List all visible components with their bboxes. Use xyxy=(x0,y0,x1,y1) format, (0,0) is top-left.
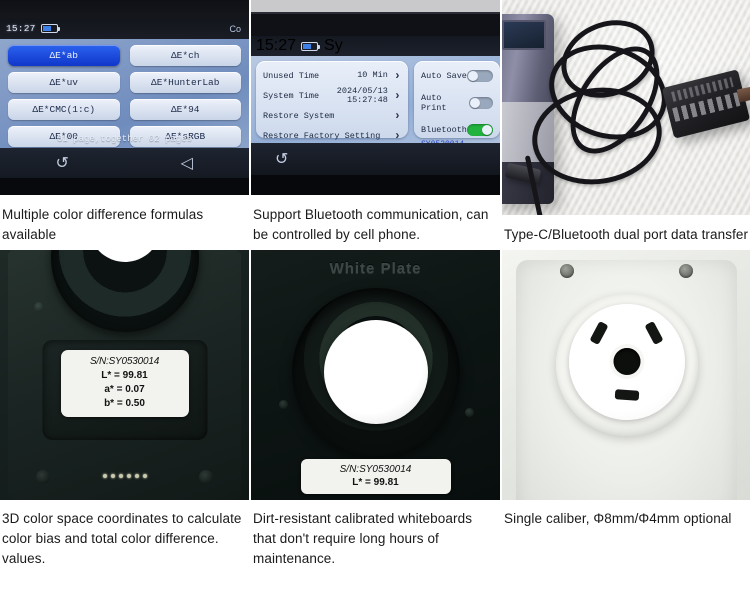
device-bezel-top xyxy=(0,0,249,18)
page-indicator: 01 page,together 02 pages xyxy=(0,134,249,144)
settings-panes: Unused Time 10 Min › System Time 2024/05… xyxy=(251,56,500,143)
setting-label: System Time xyxy=(263,91,319,101)
toggle-label: Auto Print xyxy=(421,93,469,113)
chevron-right-icon: › xyxy=(394,129,401,143)
feature-tile-sn-label: S/N:SY0530014 L* = 99.81 a* = 0.07 b* = … xyxy=(0,245,249,612)
screw-icon xyxy=(34,302,44,312)
screw-icon xyxy=(279,400,288,409)
navigation-bar: ↺ xyxy=(251,143,500,175)
measurement-aperture xyxy=(613,348,640,375)
screenshot-color-difference-formulas: 15:27 ᚝ Co ΔE*ab ΔE*ch ΔE*uv ΔE*HunterLa… xyxy=(0,0,249,195)
rubber-foot xyxy=(36,470,50,484)
photo-background xyxy=(502,250,750,500)
serial-number-label: S/N:SY0530014 L* = 99.81 xyxy=(301,459,451,494)
caliber-slot xyxy=(614,389,639,401)
rubber-foot xyxy=(199,470,213,484)
white-plate-engraving: White Plate xyxy=(330,260,422,277)
toggle-label: Auto Save xyxy=(421,71,467,81)
battery-icon xyxy=(41,24,58,33)
status-bar: 15:27 ᚝ Sy xyxy=(251,36,500,56)
formula-button-de-cmc[interactable]: ΔE*CMC(1:c) xyxy=(8,99,120,120)
setting-label: Restore System xyxy=(263,111,334,121)
toggle-row-auto-print[interactable]: Auto Print xyxy=(421,93,493,113)
tile-caption: 3D color space coordinates to calculate … xyxy=(0,500,249,569)
formula-button-de-hunterlab[interactable]: ΔE*HunterLab xyxy=(130,72,242,93)
photo-typec-cable xyxy=(502,0,750,215)
battery-icon xyxy=(301,42,318,51)
status-bar: 15:27 ᚝ Co xyxy=(0,18,249,39)
a-value-text: a* = 0.07 xyxy=(65,384,185,395)
feature-tile-white-plate: White Plate S/N:SY0530014 L* = 99.81 Dir… xyxy=(251,245,500,612)
usb-connector xyxy=(737,85,750,102)
tile-caption: Type-C/Bluetooth dual port data transfer xyxy=(502,215,750,245)
back-icon[interactable]: ↺ xyxy=(251,149,288,169)
l-value-text: L* = 99.81 xyxy=(65,370,185,381)
serial-number-label: S/N:SY0530014 L* = 99.81 a* = 0.07 b* = … xyxy=(61,350,189,417)
serial-number-text: S/N:SY0530014 xyxy=(65,356,185,367)
device-screen-settings: 15:27 ᚝ Sy Unused Time 10 Min › xyxy=(251,0,500,195)
toggle-row-auto-save[interactable]: Auto Save xyxy=(421,70,493,82)
photo-white-plate: White Plate S/N:SY0530014 L* = 99.81 xyxy=(251,250,500,500)
setting-row-restore-system[interactable]: Restore System › xyxy=(263,106,401,126)
setting-label: Unused Time xyxy=(263,71,319,81)
auto-save-toggle[interactable] xyxy=(467,70,493,82)
toggle-settings-list: Auto Save Auto Print Bluetooth xyxy=(414,61,500,138)
screw-icon xyxy=(465,408,474,417)
screen-body: ΔE*ab ΔE*ch ΔE*uv ΔE*HunterLab ΔE*CMC(1:… xyxy=(0,39,249,148)
screen-body: Unused Time 10 Min › System Time 2024/05… xyxy=(251,56,500,143)
photo-background: S/N:SY0530014 L* = 99.81 a* = 0.07 b* = … xyxy=(0,250,249,500)
chevron-right-icon: › xyxy=(394,89,401,103)
tile-caption: Multiple color difference formulas avail… xyxy=(0,195,249,245)
toggle-row-bluetooth[interactable]: Bluetooth xyxy=(421,124,493,136)
screw-icon xyxy=(679,264,693,278)
formula-button-grid: ΔE*ab ΔE*ch ΔE*uv ΔE*HunterLab ΔE*CMC(1:… xyxy=(0,39,249,148)
formula-button-de-uv[interactable]: ΔE*uv xyxy=(8,72,120,93)
home-triangle-icon[interactable]: ◁ xyxy=(125,153,250,173)
formula-button-de-94[interactable]: ΔE*94 xyxy=(130,99,242,120)
toggle-label: Bluetooth xyxy=(421,125,467,135)
chevron-right-icon: › xyxy=(394,69,401,83)
formula-button-de-ch[interactable]: ΔE*ch xyxy=(130,45,242,66)
photo-background: White Plate S/N:SY0530014 L* = 99.81 xyxy=(251,250,500,500)
setting-value: 2024/05/13 15:27:48 xyxy=(337,87,392,106)
l-value-text: L* = 99.81 xyxy=(305,477,447,488)
device-display xyxy=(502,20,546,50)
chevron-right-icon: › xyxy=(394,109,401,123)
status-clock: 15:27 xyxy=(6,23,36,34)
tile-caption: Dirt-resistant calibrated whiteboards th… xyxy=(251,500,500,569)
status-clock: 15:27 xyxy=(256,37,296,55)
device-bezel-bottom xyxy=(251,175,500,195)
back-icon[interactable]: ↺ xyxy=(0,153,125,173)
screen-title: Sy xyxy=(324,37,343,55)
photo-background xyxy=(502,0,750,215)
photo-device-serial-label: S/N:SY0530014 L* = 99.81 a* = 0.07 b* = … xyxy=(0,250,249,500)
feature-tile-caliber: Single caliber, Φ8mm/Φ4mm optional xyxy=(502,245,750,612)
photo-single-caliber xyxy=(502,250,750,500)
setting-label: Restore Factory Setting xyxy=(263,131,380,141)
screw-icon xyxy=(560,264,574,278)
device-bezel-bottom xyxy=(0,178,249,195)
bluetooth-toggle[interactable] xyxy=(467,124,493,136)
feature-tile-cable: Type-C/Bluetooth dual port data transfer xyxy=(502,0,750,245)
background-surface xyxy=(251,0,500,12)
tile-caption: Support Bluetooth communication, can be … xyxy=(251,195,500,245)
setting-row-system-time[interactable]: System Time 2024/05/13 15:27:48 › xyxy=(263,86,401,106)
setting-value: 10 Min xyxy=(357,71,392,81)
serial-number-text: S/N:SY0530014 xyxy=(305,464,447,475)
feature-tile-formulas: 15:27 ᚝ Co ΔE*ab ΔE*ch ΔE*uv ΔE*HunterLa… xyxy=(0,0,249,245)
feature-image-grid: 15:27 ᚝ Co ΔE*ab ΔE*ch ΔE*uv ΔE*HunterLa… xyxy=(0,0,750,612)
navigation-bar: ↺ ◁ xyxy=(0,148,249,178)
contact-pins xyxy=(103,474,147,478)
white-calibration-disc xyxy=(324,320,428,424)
formula-button-de-ab[interactable]: ΔE*ab xyxy=(8,45,120,66)
setting-row-unused-time[interactable]: Unused Time 10 Min › xyxy=(263,66,401,86)
device-screen-formulas: 15:27 ᚝ Co ΔE*ab ΔE*ch ΔE*uv ΔE*HunterLa… xyxy=(0,0,249,195)
feature-tile-bluetooth: 15:27 ᚝ Sy Unused Time 10 Min › xyxy=(251,0,500,245)
system-settings-list: Unused Time 10 Min › System Time 2024/05… xyxy=(256,61,408,138)
b-value-text: b* = 0.50 xyxy=(65,398,185,409)
tile-caption: Single caliber, Φ8mm/Φ4mm optional xyxy=(502,500,750,529)
screen-title: Co xyxy=(229,24,243,34)
screenshot-system-settings: 15:27 ᚝ Sy Unused Time 10 Min › xyxy=(251,0,500,195)
auto-print-toggle[interactable] xyxy=(469,97,493,109)
